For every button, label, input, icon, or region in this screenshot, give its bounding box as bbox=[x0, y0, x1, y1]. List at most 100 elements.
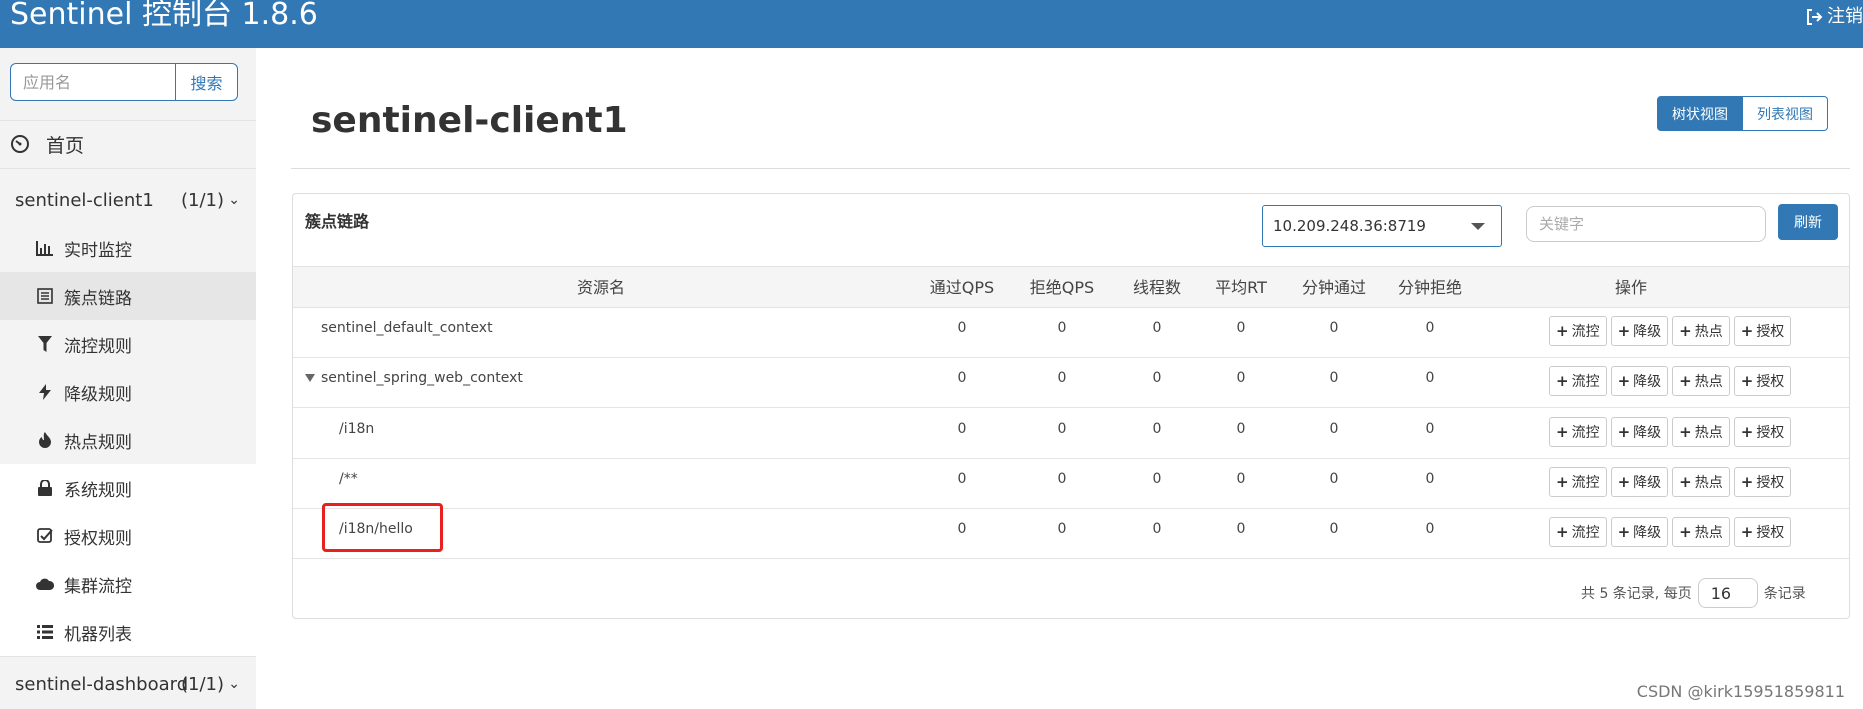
refresh-button[interactable]: 刷新 bbox=[1778, 204, 1838, 240]
menu-label: 实时监控 bbox=[64, 240, 132, 261]
add-hotspot-rule-button[interactable]: + 热点 bbox=[1672, 517, 1730, 547]
sidebar-item-flow-rules[interactable]: 流控规则 bbox=[0, 320, 256, 368]
add-flow-rule-button[interactable]: + 流控 bbox=[1549, 517, 1607, 547]
tree-view-button[interactable]: 树状视图 bbox=[1657, 96, 1743, 131]
add-auth-rule-button[interactable]: + 授权 bbox=[1733, 417, 1792, 447]
app-search-input[interactable] bbox=[10, 63, 175, 101]
action-label: 降级 bbox=[1633, 525, 1662, 541]
row-actions: + 流控 + 降级 + 热点 + 授权 bbox=[1549, 467, 1792, 497]
title-divider bbox=[291, 168, 1850, 169]
menu-label: 系统规则 bbox=[64, 480, 132, 501]
sidebar-home-label: 首页 bbox=[46, 134, 85, 157]
add-auth-rule-button[interactable]: + 授权 bbox=[1733, 366, 1792, 396]
app-name: sentinel-client1 bbox=[15, 189, 154, 211]
dashboard-icon bbox=[11, 135, 29, 153]
metric-cell: 0 bbox=[1425, 320, 1435, 336]
action-label: 降级 bbox=[1633, 475, 1662, 491]
plus-icon: + bbox=[1740, 473, 1754, 491]
add-degrade-rule-button[interactable]: + 降级 bbox=[1610, 366, 1669, 396]
action-label: 流控 bbox=[1571, 425, 1600, 441]
cluster-link-panel: 簇点链路 10.209.248.36:8719 刷新 资源名 通过QPS 拒绝Q… bbox=[292, 193, 1850, 619]
add-auth-rule-button[interactable]: + 授权 bbox=[1733, 467, 1792, 497]
keyword-input[interactable] bbox=[1526, 206, 1766, 242]
add-hotspot-rule-button[interactable]: + 热点 bbox=[1672, 366, 1730, 396]
add-degrade-rule-button[interactable]: + 降级 bbox=[1610, 417, 1669, 447]
action-label: 授权 bbox=[1756, 525, 1785, 541]
sidebar-divider bbox=[0, 656, 256, 657]
add-hotspot-rule-button[interactable]: + 热点 bbox=[1672, 316, 1730, 346]
column-header: 操作 bbox=[1614, 278, 1647, 297]
add-flow-rule-button[interactable]: + 流控 bbox=[1549, 467, 1607, 497]
metric-cell: 0 bbox=[1152, 471, 1162, 487]
list-icon bbox=[36, 287, 54, 305]
sidebar-item-auth-rules[interactable]: 授权规则 bbox=[0, 512, 256, 560]
add-hotspot-rule-button[interactable]: + 热点 bbox=[1672, 417, 1730, 447]
sidebar-item-cluster-link[interactable]: 簇点链路 bbox=[0, 272, 256, 320]
resource-name-text: sentinel_spring_web_context bbox=[321, 370, 523, 386]
add-flow-rule-button[interactable]: + 流控 bbox=[1549, 417, 1607, 447]
plus-icon: + bbox=[1679, 523, 1692, 541]
filter-icon bbox=[36, 335, 54, 353]
resource-name-text: /i18n bbox=[339, 421, 375, 437]
action-label: 热点 bbox=[1694, 324, 1723, 340]
cloud-icon bbox=[36, 575, 54, 593]
add-degrade-rule-button[interactable]: + 降级 bbox=[1610, 517, 1669, 547]
expand-toggle-icon[interactable] bbox=[305, 374, 315, 382]
column-header: 分钟拒绝 bbox=[1397, 278, 1462, 297]
plus-icon: + bbox=[1740, 423, 1754, 441]
plus-icon: + bbox=[1556, 372, 1569, 390]
sidebar-item-home[interactable]: 首页 bbox=[0, 120, 256, 168]
sidebar-item-system-rules[interactable]: 系统规则 bbox=[0, 464, 256, 512]
logout-icon bbox=[1807, 9, 1823, 25]
add-hotspot-rule-button[interactable]: + 热点 bbox=[1672, 467, 1730, 497]
add-degrade-rule-button[interactable]: + 降级 bbox=[1610, 316, 1669, 346]
list-view-button[interactable]: 列表视图 bbox=[1743, 96, 1828, 131]
table-row: /i18n 0 0 0 0 0 0 + 流控 + 降级 + 热点 + 授权 bbox=[293, 409, 1849, 459]
sidebar-item-realtime-monitor[interactable]: 实时监控 bbox=[0, 224, 256, 272]
logout-link[interactable]: 注销 bbox=[1805, 6, 1863, 28]
pagination: 共 5 条记录, 每页 条记录 bbox=[1581, 578, 1806, 608]
plus-icon: + bbox=[1740, 322, 1754, 340]
action-label: 授权 bbox=[1756, 324, 1785, 340]
metric-cell: 0 bbox=[957, 521, 967, 537]
add-auth-rule-button[interactable]: + 授权 bbox=[1733, 517, 1792, 547]
watermark: CSDN @kirk15951859811 bbox=[1636, 682, 1845, 701]
plus-icon: + bbox=[1617, 423, 1631, 441]
logout-label: 注销 bbox=[1827, 6, 1863, 27]
action-label: 流控 bbox=[1571, 374, 1600, 390]
sidebar-app-sentinel-client1[interactable]: sentinel-client1 (1/1) ⌄ bbox=[0, 176, 256, 224]
menu-label: 集群流控 bbox=[64, 576, 132, 597]
add-degrade-rule-button[interactable]: + 降级 bbox=[1610, 467, 1669, 497]
table-row: /i18n/hello 0 0 0 0 0 0 + 流控 + 降级 + 热点 + 授权 bbox=[293, 509, 1849, 559]
action-label: 降级 bbox=[1633, 425, 1662, 441]
page-size-input[interactable] bbox=[1697, 578, 1758, 608]
sidebar-item-machine-list[interactable]: 机器列表 bbox=[0, 608, 256, 656]
metric-cell: 0 bbox=[1236, 421, 1246, 437]
metric-cell: 0 bbox=[1057, 471, 1067, 487]
sidebar-item-degrade-rules[interactable]: 降级规则 bbox=[0, 368, 256, 416]
highlight-box bbox=[322, 503, 443, 552]
row-actions: + 流控 + 降级 + 热点 + 授权 bbox=[1549, 517, 1792, 547]
add-flow-rule-button[interactable]: + 流控 bbox=[1549, 316, 1607, 346]
column-header: 平均RT bbox=[1215, 278, 1267, 297]
plus-icon: + bbox=[1679, 473, 1692, 491]
metric-cell: 0 bbox=[1057, 370, 1067, 386]
machine-select[interactable]: 10.209.248.36:8719 bbox=[1262, 205, 1502, 247]
metric-cell: 0 bbox=[1152, 421, 1162, 437]
app-search-button[interactable]: 搜索 bbox=[175, 63, 238, 101]
sidebar-app-sentinel-dashboard[interactable]: sentinel-dashboard (1/1) ⌄ bbox=[0, 660, 256, 708]
action-label: 降级 bbox=[1633, 374, 1662, 390]
sidebar-item-hotspot-rules[interactable]: 热点规则 bbox=[0, 416, 256, 464]
row-actions: + 流控 + 降级 + 热点 + 授权 bbox=[1549, 417, 1792, 447]
pager-suffix: 条记录 bbox=[1763, 586, 1806, 602]
page-title: sentinel-client1 bbox=[311, 100, 628, 141]
brand-title: Sentinel 控制台 1.8.6 bbox=[10, 0, 318, 32]
add-auth-rule-button[interactable]: + 授权 bbox=[1733, 316, 1792, 346]
column-header: 资源名 bbox=[576, 278, 625, 297]
sidebar: 搜索 首页 sentinel-client1 (1/1) ⌄ 实时监控 簇点链路… bbox=[0, 48, 256, 709]
sidebar-item-cluster-flow[interactable]: 集群流控 bbox=[0, 560, 256, 608]
metric-cell: 0 bbox=[1329, 320, 1339, 336]
metric-cell: 0 bbox=[1329, 370, 1339, 386]
metric-cell: 0 bbox=[1425, 421, 1435, 437]
add-flow-rule-button[interactable]: + 流控 bbox=[1549, 366, 1607, 396]
